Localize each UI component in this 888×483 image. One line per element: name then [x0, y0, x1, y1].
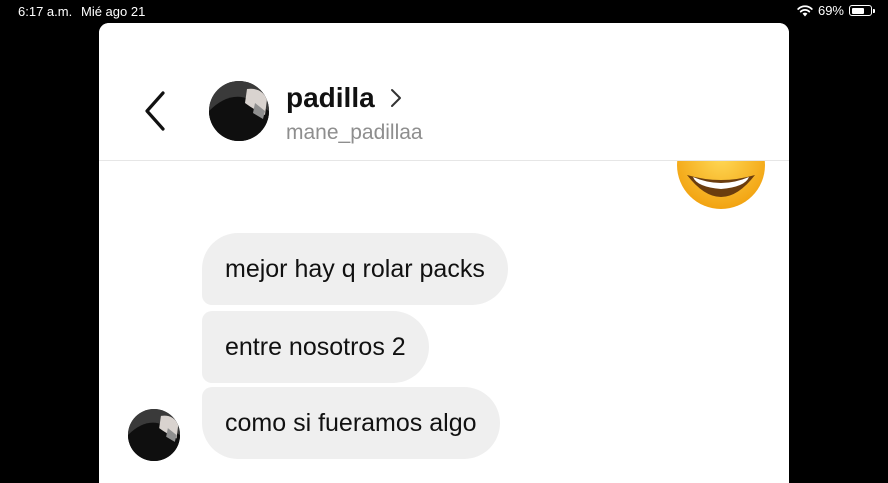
battery-icon [849, 5, 875, 16]
battery-percent: 69% [817, 3, 844, 18]
message-bubble[interactable]: entre nosotros 2 [202, 311, 429, 383]
profile-photo-icon [128, 409, 180, 461]
status-time: 6:17 a.m. [18, 4, 73, 19]
chevron-right-icon[interactable] [389, 87, 403, 109]
chat-header: padilla mane_padillaa [99, 23, 789, 161]
wifi-icon [797, 4, 813, 16]
chevron-left-icon[interactable] [139, 89, 169, 133]
sender-avatar[interactable] [128, 409, 180, 461]
chat-panel: padilla mane_padillaa mejor hay q rolar … [99, 23, 789, 483]
contact-username: mane_padillaa [286, 121, 423, 144]
status-right: 69% [797, 3, 875, 18]
message-bubble[interactable]: como si fueramos algo [202, 387, 500, 459]
profile-photo-icon [209, 81, 269, 141]
status-bar: 6:17 a.m. Mié ago 21 69% [0, 0, 888, 22]
battery-level [851, 7, 864, 14]
contact-name[interactable]: padilla [286, 82, 375, 114]
battery-nub [873, 9, 875, 13]
avatar[interactable] [209, 81, 269, 141]
message-bubble[interactable]: mejor hay q rolar packs [202, 233, 508, 305]
status-date: Mié ago 21 [81, 4, 146, 19]
